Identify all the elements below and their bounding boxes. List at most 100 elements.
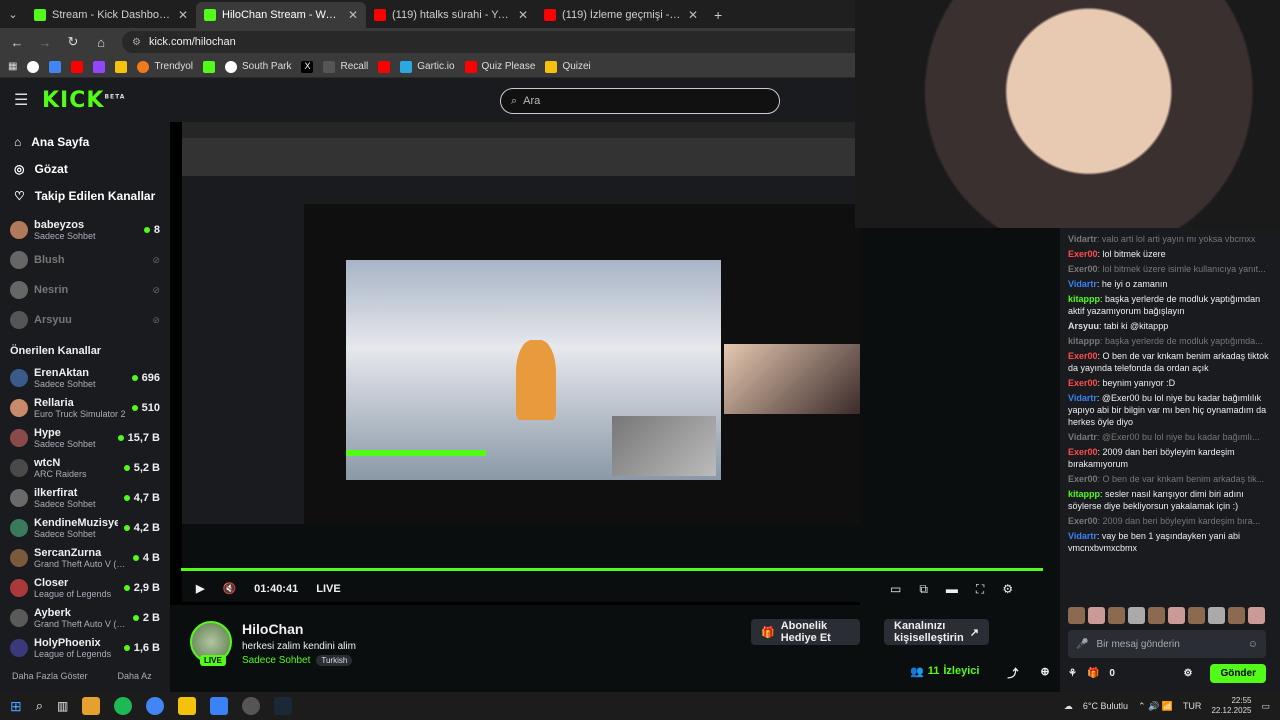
show-less-link[interactable]: Daha Az bbox=[118, 671, 152, 681]
gift-icon[interactable]: 🎁 bbox=[1087, 668, 1099, 679]
nav-following[interactable]: ♡ Takip Edilen Kanallar bbox=[0, 182, 170, 209]
stream-category[interactable]: Sadece Sohbet bbox=[242, 655, 310, 666]
menu-icon[interactable]: ☰ bbox=[14, 90, 28, 110]
mail-icon[interactable] bbox=[210, 697, 229, 715]
settings-icon[interactable]: ⚙ bbox=[1183, 668, 1192, 679]
home-icon[interactable]: ⌂ bbox=[94, 35, 108, 50]
tab-search-icon[interactable]: ⌄ bbox=[0, 2, 26, 28]
close-icon[interactable]: ✕ bbox=[518, 8, 528, 22]
forward-icon[interactable]: → bbox=[38, 35, 52, 50]
chat-username[interactable]: Exer00 bbox=[1068, 351, 1098, 361]
notification-icon[interactable]: ▭ bbox=[1261, 701, 1270, 712]
bookmark-translate[interactable] bbox=[49, 60, 62, 73]
bookmark-kick[interactable] bbox=[203, 60, 215, 73]
chrome-icon[interactable] bbox=[146, 697, 165, 715]
task-view-icon[interactable]: ▥ bbox=[57, 699, 68, 713]
gift-sub-button[interactable]: 🎁 Abonelik Hediye Et bbox=[751, 619, 860, 645]
emote[interactable] bbox=[1068, 607, 1085, 624]
kick-logo[interactable]: KICKBETA bbox=[42, 88, 125, 113]
obs-icon[interactable] bbox=[242, 697, 261, 715]
show-more-link[interactable]: Daha Fazla Göster bbox=[12, 671, 88, 681]
recommended-channel[interactable]: Hype Sadece Sohbet 15,7 B bbox=[0, 423, 170, 453]
emote[interactable] bbox=[1228, 607, 1245, 624]
emote[interactable] bbox=[1168, 607, 1185, 624]
tab-youtube-surahi[interactable]: (119) htalks sürahi - YouTube ✕ bbox=[366, 2, 536, 28]
share-icon[interactable]: ⤴ bbox=[1007, 665, 1018, 681]
chat-username[interactable]: Arsyuu bbox=[1068, 321, 1099, 331]
emote[interactable] bbox=[1108, 607, 1125, 624]
recommended-channel[interactable]: Closer League of Legends 2,9 B bbox=[0, 573, 170, 603]
steam-icon[interactable] bbox=[274, 697, 293, 715]
bookmark-yt2[interactable] bbox=[378, 60, 391, 73]
chat-username[interactable]: kitappp bbox=[1068, 489, 1100, 499]
bookmark-folder[interactable] bbox=[115, 60, 128, 73]
bookmark-twitch[interactable] bbox=[93, 60, 106, 73]
apps-icon[interactable]: ▦ bbox=[8, 61, 17, 72]
chat-username[interactable]: Exer00 bbox=[1068, 474, 1098, 484]
copilot-icon[interactable] bbox=[82, 697, 101, 715]
close-icon[interactable]: ✕ bbox=[348, 8, 358, 22]
emoji-icon[interactable]: ☺ bbox=[1248, 639, 1258, 650]
recommended-channel[interactable]: wtcN ARC Raiders 5,2 B bbox=[0, 453, 170, 483]
tray-icons[interactable]: ⌃ 🔊 📶 bbox=[1138, 701, 1173, 712]
chat-username[interactable]: kitappp bbox=[1068, 294, 1100, 304]
settings-icon[interactable]: ⚙ bbox=[1002, 582, 1013, 597]
followed-channel[interactable]: Blush ⊘ bbox=[0, 245, 170, 275]
emote[interactable] bbox=[1148, 607, 1165, 624]
theater-icon[interactable]: ▬ bbox=[946, 582, 958, 597]
bookmark-gartic[interactable]: Gartic.io bbox=[400, 60, 455, 73]
language-tag[interactable]: Turkish bbox=[316, 655, 353, 666]
emote[interactable] bbox=[1208, 607, 1225, 624]
followed-channel[interactable]: Nesrin ⊘ bbox=[0, 275, 170, 305]
bookmark-youtube[interactable] bbox=[71, 60, 84, 73]
recommended-channel[interactable]: Ayberk Grand Theft Auto V (G... 2 B bbox=[0, 603, 170, 633]
language-indicator[interactable]: TUR bbox=[1183, 701, 1202, 711]
bookmark-recall[interactable]: Recall bbox=[323, 60, 368, 73]
recommended-channel[interactable]: KendineMuzisyen Sadece Sohbet 4,2 B bbox=[0, 513, 170, 543]
followed-channel[interactable]: Arsyuu ⊘ bbox=[0, 305, 170, 335]
new-tab-button[interactable]: + bbox=[706, 2, 730, 28]
windows-start-icon[interactable]: ⊞ bbox=[10, 698, 22, 715]
emote[interactable] bbox=[1188, 607, 1205, 624]
bookmark-quizplease[interactable]: Quiz Please bbox=[464, 60, 535, 73]
chat-username[interactable]: kitappp bbox=[1068, 336, 1100, 346]
clip-icon[interactable]: ⧉ bbox=[919, 582, 928, 597]
nav-home[interactable]: ⌂ Ana Sayfa bbox=[0, 128, 170, 155]
chat-username[interactable]: Exer00 bbox=[1068, 378, 1098, 388]
emote[interactable] bbox=[1088, 607, 1105, 624]
chat-username[interactable]: Vidartr bbox=[1068, 531, 1097, 541]
follow-icon[interactable]: ⊕ bbox=[1040, 665, 1049, 681]
reload-icon[interactable]: ↻ bbox=[66, 34, 80, 50]
recommended-channel[interactable]: ilkerfirat Sadece Sohbet 4,7 B bbox=[0, 483, 170, 513]
bookmark-google[interactable] bbox=[27, 60, 40, 73]
bookmark-x[interactable]: X bbox=[301, 60, 314, 73]
clock[interactable]: 22:55 22.12.2025 bbox=[1211, 696, 1251, 716]
chat-username[interactable]: Exer00 bbox=[1068, 264, 1098, 274]
followed-channel[interactable]: babeyzos Sadece Sohbet 8 bbox=[0, 215, 170, 245]
search-icon[interactable]: ⌕ bbox=[36, 698, 43, 714]
emote[interactable] bbox=[1248, 607, 1265, 624]
streamer-name[interactable]: HiloChan bbox=[242, 621, 303, 637]
chat-input[interactable]: 🎤 Bir mesaj gönderin ☺ bbox=[1068, 630, 1266, 658]
video-progress-bar[interactable] bbox=[181, 568, 1043, 571]
spotify-icon[interactable] bbox=[114, 697, 133, 715]
tab-hilochan[interactable]: HiloChan Stream - Watch Live o ✕ bbox=[196, 2, 366, 28]
play-icon[interactable]: ▶ bbox=[196, 582, 204, 595]
weather-text[interactable]: 6°C Bulutlu bbox=[1083, 701, 1128, 711]
bookmark-trendyol[interactable]: Trendyol bbox=[137, 60, 193, 73]
nav-browse[interactable]: ◎ Gözat bbox=[0, 155, 170, 182]
tab-kick-dashboard[interactable]: Stream - Kick Dashboard ✕ bbox=[26, 2, 196, 28]
send-button[interactable]: Gönder bbox=[1210, 664, 1266, 683]
customize-channel-button[interactable]: Kanalınızı kişiselleştirin ↗ bbox=[884, 619, 989, 645]
close-icon[interactable]: ✕ bbox=[178, 8, 188, 22]
video-player[interactable] bbox=[170, 122, 860, 605]
fullscreen-icon[interactable]: ⛶ bbox=[976, 582, 984, 597]
emote[interactable] bbox=[1128, 607, 1145, 624]
chat-username[interactable]: Exer00 bbox=[1068, 516, 1098, 526]
recommended-channel[interactable]: SercanZurna Grand Theft Auto V (G... 4 B bbox=[0, 543, 170, 573]
points-icon[interactable]: ⚘ bbox=[1068, 668, 1077, 679]
file-explorer-icon[interactable] bbox=[178, 697, 197, 715]
bookmark-southpark[interactable]: South Park bbox=[225, 60, 291, 73]
recommended-channel[interactable]: Rellaria Euro Truck Simulator 2 510 bbox=[0, 393, 170, 423]
recommended-channel[interactable]: HolyPhoenix League of Legends 1,6 B bbox=[0, 633, 170, 663]
